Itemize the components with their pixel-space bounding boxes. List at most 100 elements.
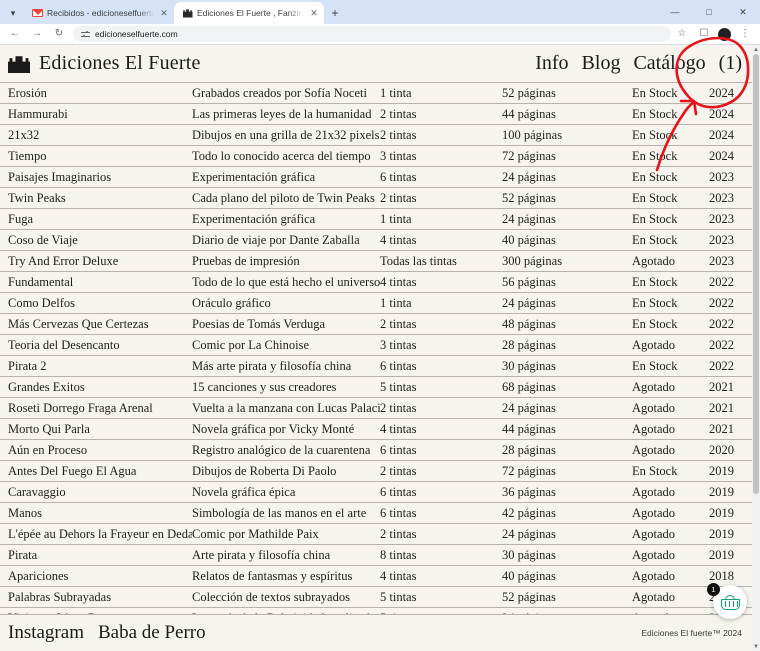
table-row[interactable]: Morto Qui ParlaNovela gráfica por Vicky … <box>0 419 752 440</box>
cell-title: Pirata 2 <box>0 359 192 374</box>
table-row[interactable]: FugaExperimentación gráfica1 tinta24 pág… <box>0 209 752 230</box>
cell-stock: En Stock <box>632 233 694 248</box>
cell-description: Más arte pirata y filosofía china <box>192 359 380 374</box>
scrollbar-thumb[interactable] <box>753 54 759 494</box>
cell-description: Novela gráfica por Vicky Monté <box>192 422 380 437</box>
table-row[interactable]: Grandes Exitos15 canciones y sus creador… <box>0 377 752 398</box>
cell-year: 2019 <box>694 527 740 542</box>
cell-title: Grandes Exitos <box>0 380 192 395</box>
cell-year: 2022 <box>694 296 740 311</box>
table-row[interactable]: Aún en ProcesoRegistro analógico de la c… <box>0 440 752 461</box>
footer-link-instagram[interactable]: Instagram <box>8 622 84 644</box>
table-row[interactable]: Antes Del Fuego El AguaDibujos de Robert… <box>0 461 752 482</box>
cell-description: Experimentación gráfica <box>192 170 380 185</box>
table-row[interactable]: 21x32Dibujos en una grilla de 21x32 pixe… <box>0 125 752 146</box>
nav-item-catalogo[interactable]: Catálogo <box>633 52 705 75</box>
maximize-button[interactable]: □ <box>692 0 726 24</box>
table-row[interactable]: AparicionesRelatos de fantasmas y espíri… <box>0 566 752 587</box>
cell-description: Grabados creados por Sofía Noceti <box>192 86 380 101</box>
page-viewport: Ediciones El Fuerte Info Blog Catálogo (… <box>0 45 760 651</box>
fort-icon <box>182 8 193 19</box>
cell-year: 2024 <box>694 86 740 101</box>
address-bar[interactable]: edicioneselfuerte.com <box>73 26 671 42</box>
minimize-button[interactable]: — <box>658 0 692 24</box>
site-settings-icon[interactable] <box>81 30 90 39</box>
cell-pages: 30 páginas <box>502 359 632 374</box>
cell-pages: 40 páginas <box>502 569 632 584</box>
new-tab-button[interactable]: + <box>324 3 346 23</box>
table-row[interactable]: ManosSimbología de las manos en el arte6… <box>0 503 752 524</box>
table-row[interactable]: Twin PeaksCada plano del piloto de Twin … <box>0 188 752 209</box>
cell-title: Try And Error Deluxe <box>0 254 192 269</box>
cell-inks: 4 tintas <box>380 569 502 584</box>
table-row[interactable]: Más Cervezas Que CertezasPoesias de Tomá… <box>0 314 752 335</box>
brand[interactable]: Ediciones El Fuerte <box>8 52 201 75</box>
chevron-down-icon[interactable]: ▾ <box>2 3 24 23</box>
back-icon[interactable]: ← <box>4 25 26 43</box>
cell-title: Roseti Dorrego Fraga Arenal <box>0 401 192 416</box>
cell-title: Antes Del Fuego El Agua <box>0 464 192 479</box>
cell-pages: 44 páginas <box>502 107 632 122</box>
cell-pages: 52 páginas <box>502 590 632 605</box>
table-row[interactable]: Coso de ViajeDiario de viaje por Dante Z… <box>0 230 752 251</box>
cell-title: 21x32 <box>0 128 192 143</box>
avatar-icon[interactable] <box>718 28 731 41</box>
nav-item-blog[interactable]: Blog <box>582 52 621 75</box>
three-dots-icon[interactable]: ⋮ <box>734 25 756 43</box>
table-row[interactable]: Palabras SubrayadasColección de textos s… <box>0 587 752 608</box>
site-header: Ediciones El Fuerte Info Blog Catálogo (… <box>0 45 752 83</box>
star-icon[interactable]: ☆ <box>671 25 693 43</box>
cell-year: 2018 <box>694 569 740 584</box>
close-icon[interactable]: ✕ <box>308 7 320 19</box>
table-row[interactable]: Pirata 2Más arte pirata y filosofía chin… <box>0 356 752 377</box>
table-row[interactable]: FundamentalTodo de lo que está hecho el … <box>0 272 752 293</box>
brand-name: Ediciones El Fuerte <box>39 52 201 75</box>
cell-year: 2022 <box>694 338 740 353</box>
cell-title: Aún en Proceso <box>0 443 192 458</box>
forward-icon[interactable]: → <box>26 25 48 43</box>
cell-stock: Agotado <box>632 422 694 437</box>
nav-item-cart-count[interactable]: (1) <box>719 52 742 75</box>
table-row[interactable]: CaravaggioNovela gráfica épica6 tintas36… <box>0 482 752 503</box>
cell-stock: En Stock <box>632 296 694 311</box>
cell-year: 2022 <box>694 317 740 332</box>
cell-title: Twin Peaks <box>0 191 192 206</box>
scroll-down-icon[interactable]: ▼ <box>752 642 760 651</box>
cell-inks: 2 tintas <box>380 107 502 122</box>
reload-icon[interactable]: ↻ <box>48 25 70 43</box>
table-row[interactable]: L'épée au Dehors la Frayeur en DedansCom… <box>0 524 752 545</box>
footer-link-baba-de-perro[interactable]: Baba de Perro <box>98 622 206 644</box>
cell-pages: 72 páginas <box>502 149 632 164</box>
table-row[interactable]: Try And Error DeluxePruebas de impresión… <box>0 251 752 272</box>
cell-pages: 28 páginas <box>502 443 632 458</box>
catalog-table: ErosiónGrabados creados por Sofía Noceti… <box>0 83 752 629</box>
close-window-button[interactable]: ✕ <box>726 0 760 24</box>
table-row[interactable]: HammurabiLas primeras leyes de la humani… <box>0 104 752 125</box>
close-icon[interactable]: ✕ <box>158 7 170 19</box>
table-row[interactable]: PirataArte pirata y filosofía china8 tin… <box>0 545 752 566</box>
nav-item-info[interactable]: Info <box>535 52 568 75</box>
cell-pages: 30 páginas <box>502 548 632 563</box>
browser-tab-gmail[interactable]: Recibidos - edicioneselfuerte@gm ✕ <box>24 2 174 24</box>
cell-inks: 2 tintas <box>380 317 502 332</box>
table-row[interactable]: Roseti Dorrego Fraga ArenalVuelta a la m… <box>0 398 752 419</box>
table-row[interactable]: ErosiónGrabados creados por Sofía Noceti… <box>0 83 752 104</box>
browser-tab-ediciones[interactable]: Ediciones El Fuerte , Fanzines en R ✕ <box>174 2 324 24</box>
cell-pages: 24 páginas <box>502 212 632 227</box>
scroll-up-icon[interactable]: ▲ <box>752 45 760 54</box>
cell-description: Oráculo gráfico <box>192 296 380 311</box>
puzzle-icon[interactable]: ☐ <box>693 25 715 43</box>
tab-title: Recibidos - edicioneselfuerte@gm <box>47 8 154 18</box>
page-scrollbar[interactable]: ▲ ▼ <box>752 45 760 651</box>
table-row[interactable]: Como DelfosOráculo gráfico1 tinta24 pági… <box>0 293 752 314</box>
table-row[interactable]: Teoria del DesencantoComic por La Chinoi… <box>0 335 752 356</box>
cell-description: Registro analógico de la cuarentena <box>192 443 380 458</box>
shopping-basket-icon <box>721 595 740 610</box>
cell-stock: Agotado <box>632 380 694 395</box>
cell-stock: En Stock <box>632 275 694 290</box>
cell-title: Pirata <box>0 548 192 563</box>
table-row[interactable]: Paisajes ImaginariosExperimentación gráf… <box>0 167 752 188</box>
table-row[interactable]: TiempoTodo lo conocido acerca del tiempo… <box>0 146 752 167</box>
cell-stock: Agotado <box>632 569 694 584</box>
cell-year: 2021 <box>694 422 740 437</box>
